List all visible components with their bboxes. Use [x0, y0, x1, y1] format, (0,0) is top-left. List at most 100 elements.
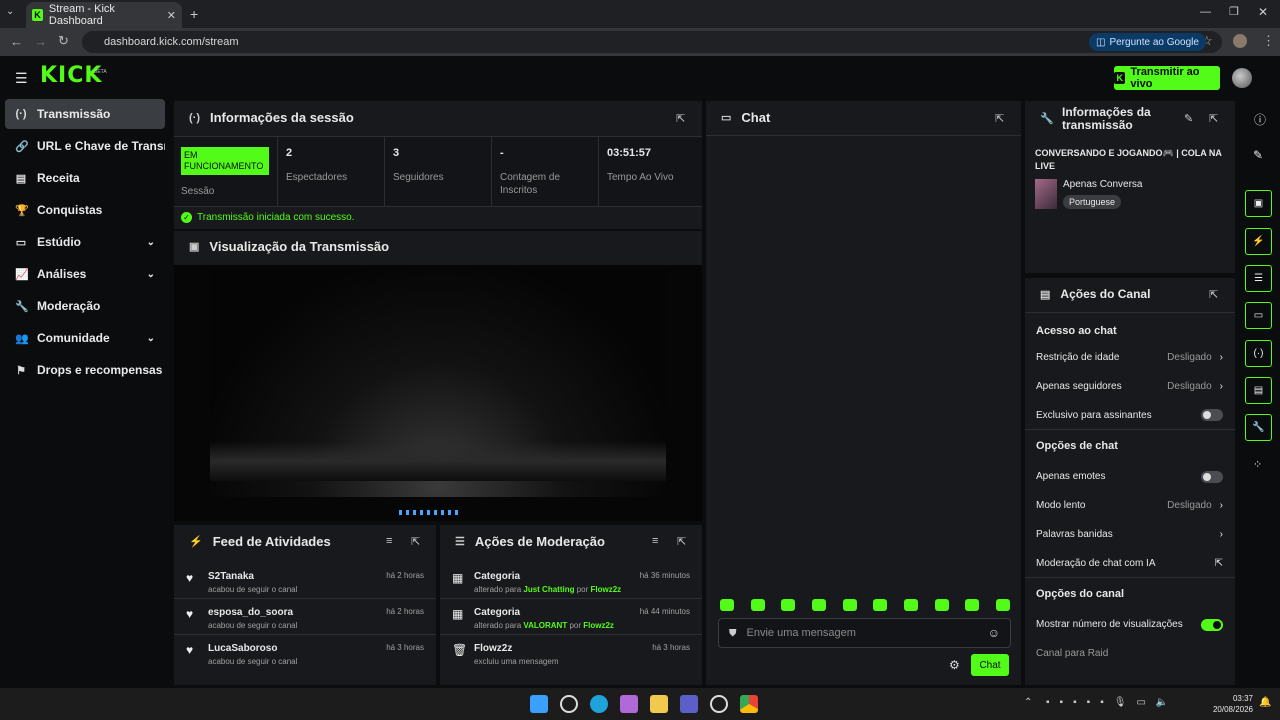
restore-icon[interactable]: ❐ — [1229, 5, 1239, 18]
layout-dots-icon[interactable]: ⁘ — [1253, 458, 1262, 471]
preview-widget-button[interactable]: ▣ — [1245, 190, 1272, 217]
popout-icon[interactable]: ⇱ — [1209, 112, 1218, 125]
url-field[interactable]: dashboard.kick.com/stream — [82, 31, 1222, 53]
feed-user[interactable]: esposa_do_soora — [208, 607, 297, 618]
popout-icon[interactable]: ⇱ — [676, 112, 685, 125]
ai-moderation-row[interactable]: Moderação de chat com IA ⇱ — [1025, 549, 1235, 578]
video-preview[interactable] — [174, 265, 702, 521]
session-widget-button[interactable]: (·) — [1245, 340, 1272, 367]
mod-user[interactable]: Flowz2z — [591, 585, 622, 594]
mod-actions-widget-button[interactable]: ☰ — [1245, 265, 1272, 292]
activity-widget-button[interactable]: ⚡ — [1245, 228, 1272, 255]
popout-icon[interactable]: ⇱ — [995, 112, 1004, 125]
sidebar-item-estudio[interactable]: ▭ Estúdio ⌄ — [5, 227, 165, 257]
emote-icon[interactable] — [995, 599, 1010, 611]
feed-user[interactable]: LucaSaboroso — [208, 643, 297, 654]
subs-only-toggle[interactable] — [1201, 409, 1223, 421]
tray-chevron-icon[interactable]: ⌃ — [1024, 697, 1032, 708]
edit-pencil-icon[interactable]: ✎ — [1253, 148, 1263, 162]
search-icon[interactable] — [560, 695, 578, 713]
tray-app-icon[interactable]: ▪ — [1100, 697, 1104, 708]
teams-icon[interactable] — [680, 695, 698, 713]
reload-icon[interactable]: ↻ — [58, 33, 69, 49]
slow-mode-row[interactable]: Modo lento Desligado › — [1025, 491, 1235, 520]
copilot-icon[interactable] — [620, 695, 638, 713]
chrome-icon[interactable] — [740, 695, 758, 713]
channel-actions-widget-button[interactable]: ▤ — [1245, 377, 1272, 404]
sidebar-item-transmissao[interactable]: (·) Transmissão — [5, 99, 165, 129]
list-item: ♥ esposa_do_soora acabou de seguir o canal… — [174, 599, 436, 635]
back-icon[interactable]: ← — [10, 34, 23, 49]
minimize-icon[interactable]: — — [1200, 6, 1211, 18]
emotes-only-toggle[interactable] — [1201, 470, 1223, 483]
close-window-icon[interactable]: ✕ — [1258, 5, 1268, 19]
hamburger-menu-icon[interactable]: ☰ — [15, 70, 28, 87]
emote-icon[interactable] — [811, 599, 826, 611]
sidebar-item-url-chave[interactable]: 🔗 URL e Chave de Transmissão — [5, 131, 165, 161]
send-chat-button[interactable]: Chat — [971, 654, 1009, 676]
banned-words-row[interactable]: Palavras banidas › — [1025, 520, 1235, 549]
mod-item[interactable]: Flowz2z — [474, 643, 558, 654]
show-views-toggle[interactable] — [1201, 618, 1223, 631]
category-name[interactable]: Apenas Conversa — [1063, 179, 1143, 190]
raid-channel-row[interactable]: Canal para Raid — [1025, 639, 1235, 668]
user-avatar[interactable] — [1232, 68, 1252, 88]
popout-icon[interactable]: ⇱ — [411, 535, 420, 548]
windows-start-icon[interactable] — [530, 695, 548, 713]
emote-icon[interactable] — [903, 599, 918, 611]
sidebar-item-drops[interactable]: ⚑ Drops e recompensas — [5, 355, 165, 385]
forward-icon[interactable]: → — [34, 34, 47, 49]
tray-app-icon[interactable]: ▪ — [1087, 697, 1091, 708]
chat-input[interactable]: ⛊ Envie uma mensagem ☺ — [718, 618, 1011, 648]
file-explorer-icon[interactable] — [650, 695, 668, 713]
popout-icon[interactable]: ⇱ — [677, 535, 686, 548]
sidebar-item-conquistas[interactable]: 🏆 Conquistas — [5, 195, 165, 225]
volume-icon[interactable]: 🔈 — [1156, 697, 1168, 708]
session-info-panel: (·) Informações da sessão ⇱ EM FUNCIONAM… — [174, 101, 702, 229]
stream-info-widget-button[interactable]: 🔧 — [1245, 414, 1272, 441]
option-label: Palavras banidas — [1036, 529, 1113, 540]
emote-icon[interactable] — [750, 599, 765, 611]
info-icon[interactable]: ⓘ — [1254, 111, 1266, 128]
sidebar-item-moderacao[interactable]: 🔧 Moderação — [5, 291, 165, 321]
emoji-icon[interactable]: ☺ — [988, 626, 1000, 640]
emote-icon[interactable] — [934, 599, 949, 611]
network-icon[interactable]: ▭ — [1136, 697, 1145, 708]
tab-list-icon[interactable]: ⌄ — [6, 6, 14, 17]
close-tab-icon[interactable]: ✕ — [167, 9, 176, 22]
kick-logo[interactable]: KICK — [40, 63, 102, 88]
browser-menu-icon[interactable]: ⋮ — [1262, 33, 1275, 49]
emote-icon[interactable] — [842, 599, 857, 611]
filter-icon[interactable]: ≡ — [386, 535, 392, 547]
filter-icon[interactable]: ≡ — [652, 535, 658, 547]
emote-icon[interactable] — [965, 599, 980, 611]
tray-app-icon[interactable]: ▪ — [1046, 697, 1050, 708]
edit-pencil-icon[interactable]: ✎ — [1184, 112, 1193, 125]
obs-icon[interactable] — [710, 695, 728, 713]
tray-app-icon[interactable]: ▪ — [1073, 697, 1077, 708]
followers-only-row[interactable]: Apenas seguidores Desligado › — [1025, 372, 1235, 401]
age-restriction-row[interactable]: Restrição de idade Desligado › — [1025, 343, 1235, 372]
feed-user[interactable]: S2Tanaka — [208, 571, 297, 582]
new-tab-icon[interactable]: + — [190, 6, 198, 22]
ask-google-button[interactable]: ◫ Pergunte ao Google — [1089, 33, 1206, 51]
go-live-button[interactable]: K Transmitir ao vivo — [1114, 66, 1220, 90]
emote-icon[interactable] — [781, 599, 796, 611]
tray-app-icon[interactable]: ▪ — [1060, 697, 1064, 708]
emote-icon[interactable] — [873, 599, 888, 611]
browser-tab[interactable]: K Stream - Kick Dashboard ✕ — [26, 2, 182, 28]
chat-settings-gear-icon[interactable]: ⚙ — [949, 658, 960, 672]
clock[interactable]: 03:37 20/08/2026 — [1205, 693, 1253, 715]
sidebar-item-comunidade[interactable]: 👥 Comunidade ⌄ — [5, 323, 165, 353]
popout-icon[interactable]: ⇱ — [1209, 288, 1218, 301]
chat-widget-button[interactable]: ▭ — [1245, 302, 1272, 329]
session-stats: EM FUNCIONAMENTO Sessão 2 Espectadores 3… — [174, 136, 702, 207]
notifications-icon[interactable]: 🔔 — [1259, 697, 1271, 708]
sidebar-item-analises[interactable]: 📈 Análises ⌄ — [5, 259, 165, 289]
sidebar-item-receita[interactable]: ▤ Receita — [5, 163, 165, 193]
emote-icon[interactable] — [720, 599, 734, 611]
mod-user[interactable]: Flowz2z — [583, 621, 614, 630]
profile-icon[interactable] — [1233, 34, 1247, 48]
edge-icon[interactable] — [590, 695, 608, 713]
microphone-icon[interactable]: 🎙 — [1114, 697, 1127, 708]
